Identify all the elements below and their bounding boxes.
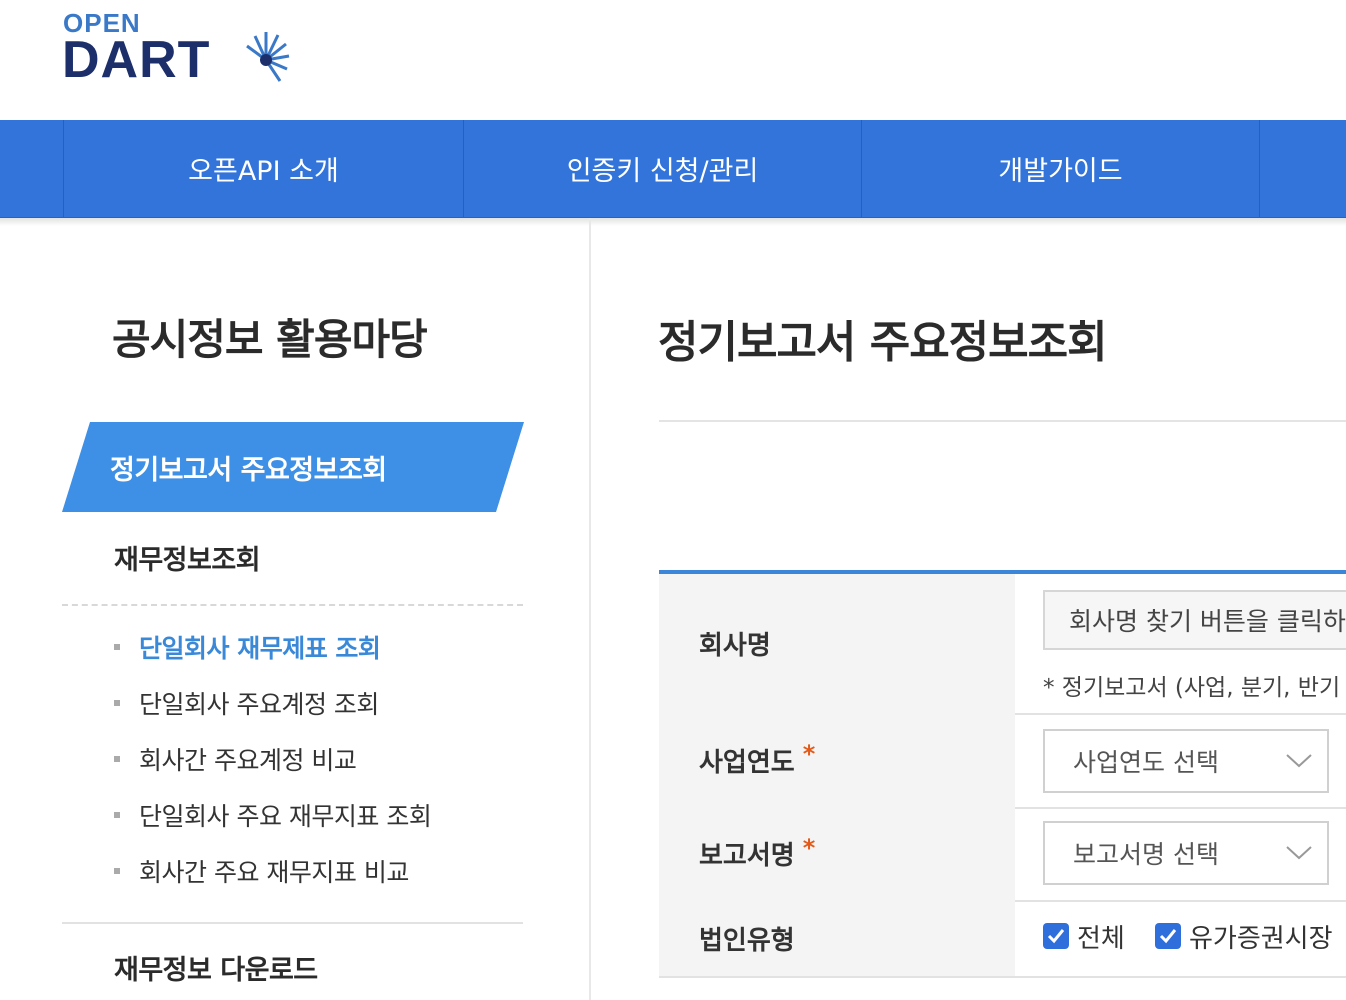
sidebar-subitem-label: 단일회사 주요계정 조회 <box>139 690 379 719</box>
title-divider <box>659 420 1346 422</box>
checkbox-checked-icon <box>1043 923 1069 949</box>
checkbox-label: 유가증권시장 <box>1189 923 1333 954</box>
form-label-cell: 보고서명 * <box>659 807 1015 900</box>
chevron-down-icon <box>1286 754 1312 768</box>
dashed-divider <box>62 604 523 606</box>
dart-logo[interactable]: OPEN DART <box>62 8 302 88</box>
bullet-icon <box>114 644 120 650</box>
form-value-cell: 사업연도 선택 <box>1015 713 1346 807</box>
sidebar-subitem-label: 회사간 주요 재무지표 비교 <box>139 858 409 887</box>
form-label-cell: 사업연도 * <box>659 713 1015 807</box>
bullet-icon <box>114 868 120 874</box>
sidebar-item-periodic-report[interactable]: 정기보고서 주요정보조회 <box>62 422 524 512</box>
form-value-cell: 보고서명 선택 <box>1015 807 1346 900</box>
checkbox-checked-icon <box>1155 923 1181 949</box>
form-row-year: 사업연도 * 사업연도 선택 <box>659 713 1346 809</box>
report-select-value: 보고서명 선택 <box>1073 840 1219 869</box>
sidebar-subitem[interactable]: 단일회사 주요 재무지표 조회 <box>114 797 432 833</box>
nav-divider <box>1259 120 1260 217</box>
checkbox-kospi[interactable]: 유가증권시장 <box>1155 916 1333 956</box>
bullet-icon <box>114 700 120 706</box>
company-name-input[interactable]: 회사명 찾기 버튼을 클릭하 <box>1043 590 1346 650</box>
form-value-cell: 회사명 찾기 버튼을 클릭하 * 정기보고서 (사업, 분기, 반기 <box>1015 574 1346 713</box>
sidebar-subitem[interactable]: 단일회사 재무제표 조회 <box>114 629 381 665</box>
year-label: 사업연도 <box>699 747 795 778</box>
solid-divider <box>62 922 523 924</box>
corp-type-label: 법인유형 <box>699 925 795 956</box>
global-nav: 오픈API 소개 인증키 신청/관리 개발가이드 <box>0 120 1346 218</box>
year-select-value: 사업연도 선택 <box>1073 748 1219 777</box>
sidebar-title: 공시정보 활용마당 <box>112 315 428 364</box>
form-row-company: 회사명 회사명 찾기 버튼을 클릭하 * 정기보고서 (사업, 분기, 반기 <box>659 574 1346 715</box>
search-form: 회사명 회사명 찾기 버튼을 클릭하 * 정기보고서 (사업, 분기, 반기 사… <box>659 570 1346 980</box>
nav-item-apikey[interactable]: 인증키 신청/관리 <box>464 120 861 217</box>
nav-item-devguide[interactable]: 개발가이드 <box>862 120 1259 217</box>
year-select[interactable]: 사업연도 선택 <box>1043 729 1329 793</box>
chevron-down-icon <box>1286 846 1312 860</box>
bullet-icon <box>114 756 120 762</box>
nav-shadow <box>0 218 1346 226</box>
logo-burst-icon <box>246 32 290 82</box>
report-select[interactable]: 보고서명 선택 <box>1043 821 1329 885</box>
form-row-report: 보고서명 * 보고서명 선택 <box>659 807 1346 902</box>
sidebar-subitem-label: 단일회사 재무제표 조회 <box>139 634 381 663</box>
column-divider <box>589 218 591 1000</box>
sidebar-item-financial-info[interactable]: 재무정보조회 <box>114 538 261 577</box>
company-note: * 정기보고서 (사업, 분기, 반기 <box>1043 675 1341 701</box>
form-label-cell: 회사명 <box>659 574 1015 713</box>
nav-item-openapi[interactable]: 오픈API 소개 <box>64 120 463 217</box>
page-title: 정기보고서 주요정보조회 <box>658 317 1108 368</box>
required-mark: * <box>802 833 816 862</box>
report-label: 보고서명 <box>699 841 795 871</box>
form-row-corp-type: 법인유형 전체 유가증권시장 <box>659 900 1346 978</box>
sidebar-item-label: 정기보고서 주요정보조회 <box>110 454 387 486</box>
checkbox-label: 전체 <box>1077 923 1125 954</box>
required-mark: * <box>802 740 816 768</box>
bullet-icon <box>114 812 120 818</box>
checkbox-all[interactable]: 전체 <box>1043 916 1125 956</box>
company-label: 회사명 <box>699 631 771 661</box>
sidebar-subitem[interactable]: 회사간 주요 재무지표 비교 <box>114 853 409 889</box>
sidebar-subitem-label: 회사간 주요계정 비교 <box>139 746 357 775</box>
sidebar-subitem[interactable]: 회사간 주요계정 비교 <box>114 741 357 777</box>
sidebar-item-financial-download[interactable]: 재무정보 다운로드 <box>114 948 318 987</box>
form-value-cell: 전체 유가증권시장 <box>1015 900 1346 976</box>
sidebar-subitem[interactable]: 단일회사 주요계정 조회 <box>114 685 379 721</box>
form-label-cell: 법인유형 <box>659 900 1015 976</box>
logo-dart-text: DART <box>62 31 211 89</box>
sidebar-subitem-label: 단일회사 주요 재무지표 조회 <box>139 802 432 831</box>
